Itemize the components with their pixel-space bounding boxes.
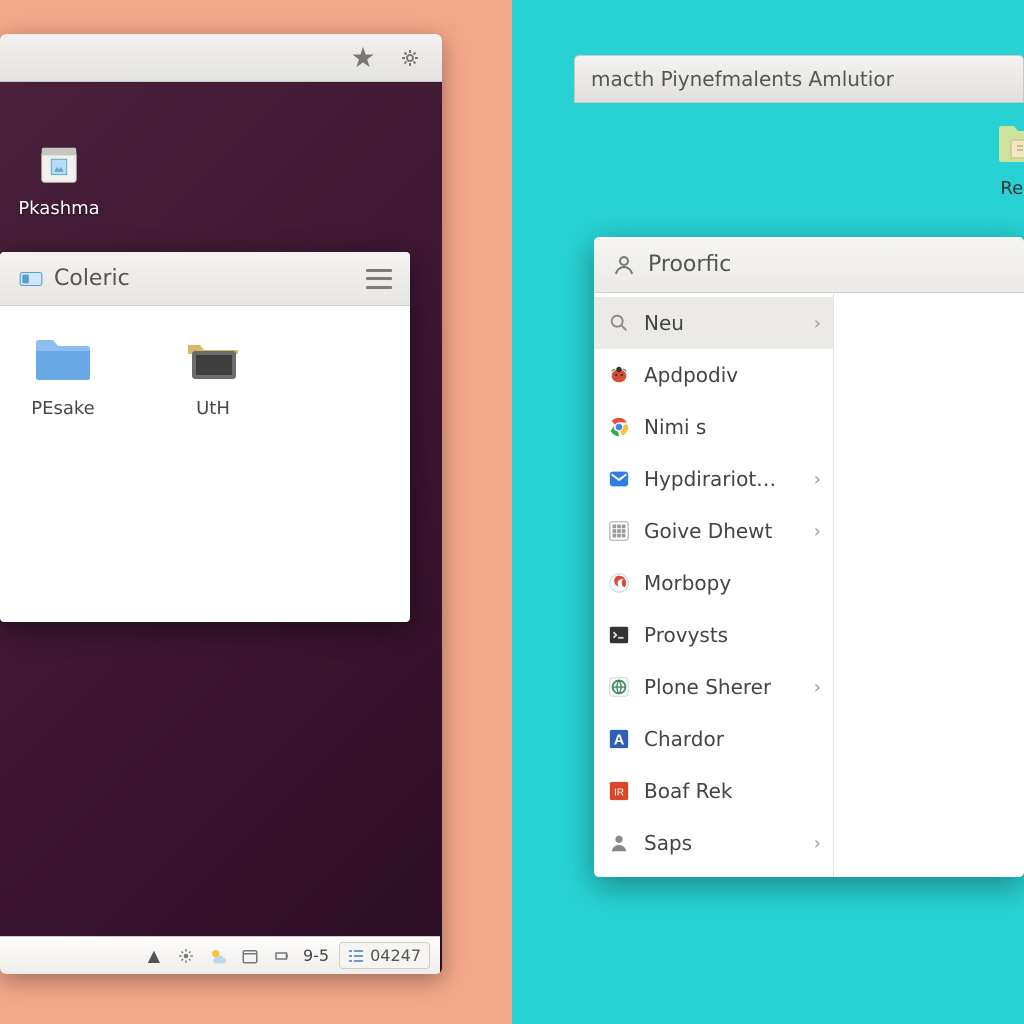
file-manager-body: PEsake UtH [0,306,410,445]
menu-item-label: Morbopy [644,571,731,595]
taskbar-app-button[interactable]: 04247 [339,942,430,969]
chevron-right-icon: › [814,521,821,542]
menu-item-label: Hypdirariote... [644,467,784,491]
folder-item-uth[interactable]: UtH [168,332,258,419]
app-menu-detail-pane [834,293,1024,877]
tray-weather-icon[interactable] [207,945,229,967]
swirl-icon [606,570,632,596]
chevron-right-icon: › [814,677,821,698]
desktop-icon-label: Rest [980,178,1024,199]
menu-item-chardor[interactable]: A Chardor [594,713,833,765]
letter-a-icon: A [606,726,632,752]
menu-item-apdpodiv[interactable]: Apdpodiv [594,349,833,401]
chevron-right-icon: › [814,833,821,854]
taskbar-time-1: 9-5 [303,946,329,965]
ladybug-icon [606,362,632,388]
menu-item-saps[interactable]: Saps › [594,817,833,869]
prefs-window-title: macth Piynefmalents Amlutior [591,67,894,91]
file-manager-menu-button[interactable] [366,269,392,289]
folder-label: UtH [168,398,258,419]
menu-item-goive-dhewt[interactable]: Goive Dhewt › [594,505,833,557]
prefs-window-titlebar[interactable]: macth Piynefmalents Amlutior [574,55,1024,103]
mail-icon [606,466,632,492]
menu-item-plone-sherer[interactable]: Plone Sherer › [594,661,833,713]
chevron-right-icon: › [814,469,821,490]
list-icon [348,948,364,964]
menu-item-label: Apdpodiv [644,363,738,387]
menu-item-label: Chardor [644,727,724,751]
file-manager-title: Coleric [54,266,130,291]
left-titlebar: ★ [0,34,442,82]
tray-gear-icon[interactable] [175,945,197,967]
svg-text:IR: IR [614,788,624,799]
menu-item-label: Boaf Rek [644,779,733,803]
notification-burst-icon[interactable] [396,44,424,72]
file-manager-titlebar: Coleric [0,252,410,306]
chevron-right-icon: › [814,313,821,334]
drive-icon [18,266,44,292]
notepad-icon [32,138,86,192]
menu-item-nimis[interactable]: Nimi s [594,401,833,453]
search-icon [606,310,632,336]
bookmark-star-icon[interactable]: ★ [348,43,378,73]
monitor-folder-icon [178,332,248,388]
tray-up-icon[interactable]: ▲ [143,945,165,967]
tray-battery-icon[interactable] [271,945,293,967]
app-menu-title: Proorfic [648,252,731,277]
svg-text:A: A [614,733,625,749]
menu-item-label: Nimi s [644,415,706,439]
terminal-icon [606,622,632,648]
tray-calendar-icon[interactable] [239,945,261,967]
grid-icon [606,518,632,544]
menu-item-morbopy[interactable]: Morbopy [594,557,833,609]
menu-item-provysts[interactable]: Provysts [594,609,833,661]
folder-icon [28,332,98,388]
left-taskbar: ▲ 9-5 04247 [0,936,440,974]
desktop-icon-plashma[interactable]: Pkashma [14,138,104,219]
desktop-icon-label: Pkashma [14,198,104,219]
menu-item-label: Saps [644,831,692,855]
archive-folder-icon [993,118,1024,172]
folder-item-pesake[interactable]: PEsake [18,332,108,419]
app-menu-header: Proorfic [594,237,1024,293]
app-menu-column: Neu › Apdpodiv Nimi s [594,293,834,877]
menu-item-label: Plone Sherer [644,675,771,699]
desktop-icon-rest[interactable]: Rest [980,118,1024,199]
menu-item-label: Goive Dhewt [644,519,772,543]
user-icon [612,253,636,277]
system-tray: ▲ 9-5 [143,945,329,967]
app-menu-window: Proorfic Neu › Apdpodiv [594,237,1024,877]
folder-label: PEsake [18,398,108,419]
chrome-icon [606,414,632,440]
split-right-pane: macth Piynefmalents Amlutior Rest Proorf… [512,0,1024,1024]
split-left-pane: ★ Pkashma [0,0,512,1024]
app-menu-body: Neu › Apdpodiv Nimi s [594,293,1024,877]
menu-item-boaf-rek[interactable]: IR Boaf Rek [594,765,833,817]
menu-item-hypdirariote[interactable]: Hypdirariote... › [594,453,833,505]
red-box-icon: IR [606,778,632,804]
person-icon [606,830,632,856]
file-manager-window: Coleric PEsake [0,252,410,622]
globe-icon [606,674,632,700]
menu-item-label: Neu [644,311,684,335]
taskbar-clock-2: 04247 [370,946,421,965]
menu-item-label: Provysts [644,623,728,647]
left-desktop-window: ★ Pkashma [0,34,442,974]
menu-item-neu[interactable]: Neu › [594,297,833,349]
